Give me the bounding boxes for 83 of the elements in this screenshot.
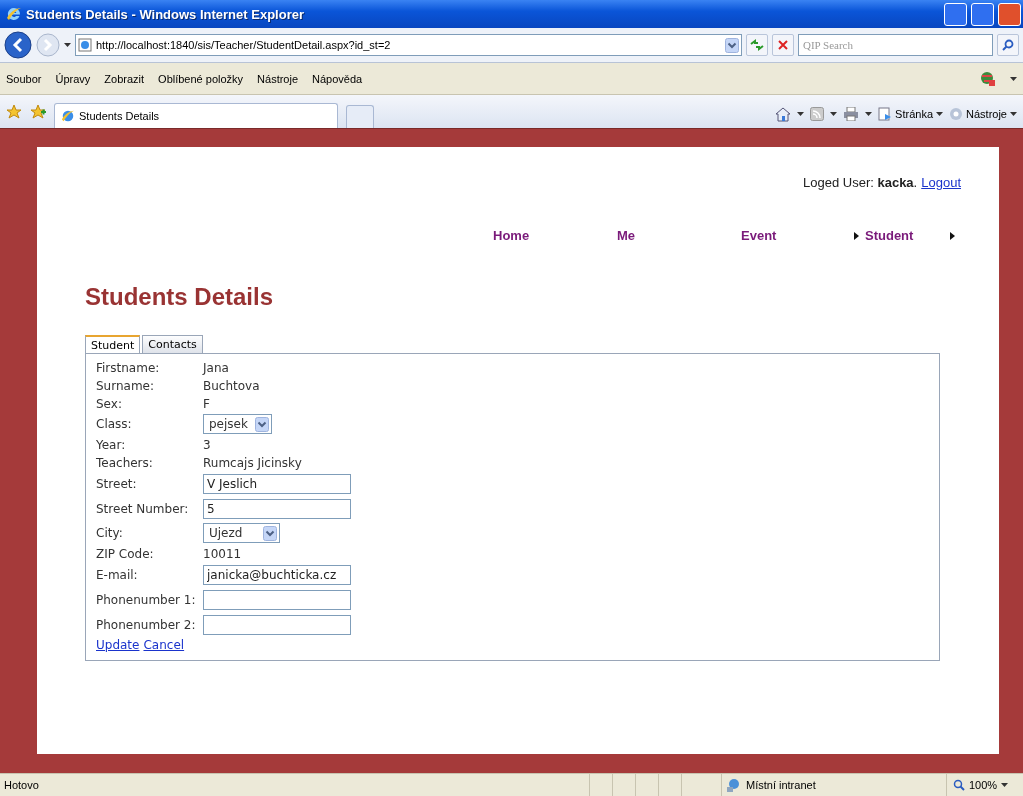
back-icon[interactable] <box>4 31 32 59</box>
field-label: ZIP Code: <box>96 546 155 561</box>
search-icon <box>1002 39 1014 51</box>
field-value: 10011 <box>203 546 242 561</box>
dropdown[interactable]: pejsek <box>203 414 272 434</box>
submenu-arrow-icon <box>950 231 955 240</box>
input-field[interactable]: V Jeslich <box>203 474 351 494</box>
caret-icon <box>936 112 944 116</box>
home-icon[interactable] <box>775 106 792 122</box>
menu-item[interactable]: Úpravy <box>55 72 91 85</box>
network-icon <box>726 778 742 792</box>
zoom-icon <box>953 779 965 791</box>
logged-user-text: Loged User: kacka. <box>803 175 918 190</box>
field-label: Street: <box>96 477 138 491</box>
close-button[interactable] <box>998 2 1021 26</box>
input-field[interactable] <box>203 590 351 610</box>
input-field[interactable]: 5 <box>203 499 351 519</box>
field-label: Sex: <box>96 396 123 411</box>
zoom-button[interactable]: 100% <box>946 774 1023 796</box>
page-icon <box>878 107 893 121</box>
field-label: Teachers: <box>96 455 154 470</box>
tab[interactable]: Contacts <box>142 335 203 353</box>
field-label: Class: <box>96 417 133 431</box>
field-value: Jana <box>203 360 229 375</box>
zone-text: Místní intranet <box>746 779 816 791</box>
maximize-button[interactable] <box>971 2 994 26</box>
printer-icon[interactable] <box>843 107 860 121</box>
feed-icon[interactable] <box>810 107 825 121</box>
minimize-button[interactable] <box>944 2 967 26</box>
menu-item[interactable]: Nápověda <box>312 72 363 85</box>
menu-item[interactable]: Soubor <box>6 72 42 85</box>
field-label: E-mail: <box>96 568 139 582</box>
address-field[interactable]: http://localhost:1840/sis/Teacher/StudentDetail.aspx?id_st=2 <box>75 34 742 56</box>
stop-button[interactable] <box>772 34 794 56</box>
menu-item[interactable]: Nástroje <box>257 72 299 85</box>
logout-link[interactable]: Logout <box>921 175 961 190</box>
menu-item[interactable]: Oblíbené položky <box>158 72 244 85</box>
browser-logo-icon <box>61 109 75 123</box>
input-field[interactable] <box>203 615 351 635</box>
status-text: Hotovo <box>3 779 40 791</box>
field-label: Phonenumber 2: <box>96 618 197 632</box>
add-favorite-icon[interactable] <box>30 103 46 120</box>
field-value: 3 <box>203 437 211 452</box>
field-label: City: <box>96 526 124 540</box>
field-value: Buchtova <box>203 378 260 393</box>
field-value: F <box>203 396 210 411</box>
caret-icon <box>830 112 838 116</box>
caret-icon <box>1001 783 1009 787</box>
field-label: Year: <box>96 437 127 452</box>
caret-icon <box>1010 76 1017 81</box>
search-field[interactable]: QIP Search <box>798 34 993 56</box>
menu-item[interactable]: Zobrazit <box>104 72 145 85</box>
window-title: Students Details - Windows Internet Explorer <box>26 6 305 22</box>
dropdown[interactable]: Ujezd <box>203 523 280 543</box>
caret-icon <box>797 112 805 116</box>
caret-icon <box>1010 112 1017 116</box>
refresh-icon <box>750 39 764 51</box>
page-icon <box>78 38 92 52</box>
action-link[interactable]: Update <box>96 638 140 652</box>
action-link[interactable]: Cancel <box>143 638 185 652</box>
caret-icon <box>865 112 873 116</box>
command-button[interactable]: Stránka <box>878 107 944 121</box>
field-label: Phonenumber 1: <box>96 593 197 607</box>
browser-tab[interactable]: Students Details <box>54 103 338 128</box>
nav-link[interactable]: Event <box>741 228 777 243</box>
browser-logo-icon <box>6 6 22 22</box>
gear-icon <box>949 107 964 121</box>
nav-link[interactable]: Home <box>493 228 530 243</box>
search-button[interactable] <box>997 34 1019 56</box>
field-label: Surname: <box>96 378 156 393</box>
field-label: Street Number: <box>96 502 190 516</box>
field-value: Rumcajs Jicinsky <box>203 455 302 470</box>
submenu-arrow-icon <box>854 231 859 240</box>
favorites-star-icon[interactable] <box>6 103 22 120</box>
nav-link[interactable]: Me <box>617 228 636 243</box>
nav-link[interactable]: Student <box>865 228 914 243</box>
input-field[interactable]: janicka@buchticka.cz <box>203 565 351 585</box>
command-button[interactable]: Nástroje <box>949 107 1017 121</box>
refresh-button[interactable] <box>746 34 768 56</box>
stop-icon <box>778 40 788 50</box>
page-heading: Students Details <box>85 283 275 311</box>
caret-icon <box>64 43 71 47</box>
field-label: Firstname: <box>96 360 161 375</box>
